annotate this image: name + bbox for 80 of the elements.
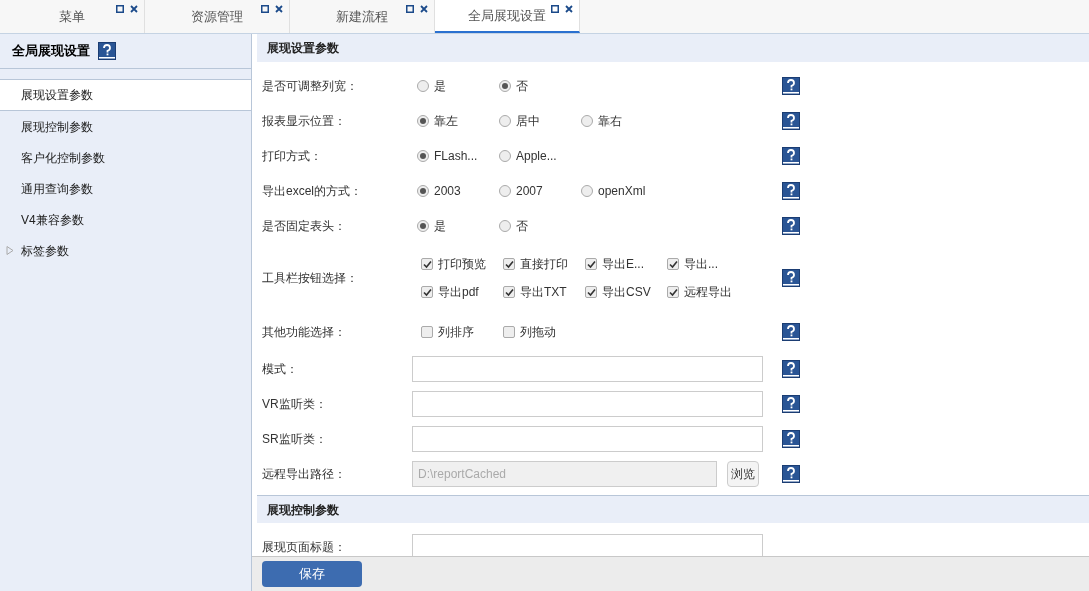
checkmark-icon xyxy=(504,287,514,297)
close-icon[interactable] xyxy=(275,5,283,13)
sidebar-item[interactable]: 标签参数 xyxy=(0,235,251,266)
maximize-icon[interactable] xyxy=(406,5,414,13)
field-label: 模式： xyxy=(262,360,299,378)
help-icon[interactable] xyxy=(782,429,800,448)
tab[interactable]: 全局展现设置 xyxy=(435,0,580,33)
radio-option[interactable]: FLash... xyxy=(417,146,499,165)
field-label: 是否可调整列宽： xyxy=(262,77,359,95)
close-icon[interactable] xyxy=(420,5,428,13)
sidebar-item[interactable]: V4兼容参数 xyxy=(0,204,251,235)
help-icon[interactable] xyxy=(782,394,800,413)
radio-option[interactable]: Apple... xyxy=(499,146,581,165)
field-label: 远程导出路径： xyxy=(262,465,347,483)
field-label: VR监听类： xyxy=(262,395,328,413)
field-label: 是否固定表头： xyxy=(262,217,347,235)
field-label: SR监听类： xyxy=(262,430,328,448)
checkbox-option[interactable]: 导出E... xyxy=(585,255,667,273)
checkmark-icon xyxy=(422,259,432,269)
checkbox-option[interactable]: 列排序 xyxy=(421,323,503,341)
radio-option[interactable]: 靠右 xyxy=(581,111,663,130)
checkbox-option[interactable]: 导出pdf xyxy=(421,283,503,301)
checkbox-option[interactable]: 导出TXT xyxy=(503,283,585,301)
help-icon[interactable] xyxy=(782,111,800,130)
text-field[interactable] xyxy=(412,533,763,556)
help-icon[interactable] xyxy=(782,216,800,235)
checkbox-option[interactable]: 直接打印 xyxy=(503,255,585,273)
radio-option[interactable]: openXml xyxy=(581,181,663,200)
maximize-icon[interactable] xyxy=(551,5,559,13)
sidebar-title: 全局展现设置 xyxy=(12,42,90,61)
help-icon[interactable] xyxy=(782,359,800,378)
help-icon[interactable] xyxy=(782,464,800,483)
field-label: 其他功能选择： xyxy=(262,324,347,341)
checkmark-icon xyxy=(504,259,514,269)
save-button[interactable]: 保存 xyxy=(262,561,362,587)
field-label: 报表显示位置： xyxy=(262,112,347,130)
browse-button[interactable]: 浏览 xyxy=(727,460,759,487)
checkbox-option[interactable]: 导出... xyxy=(667,255,749,273)
text-field[interactable] xyxy=(412,355,763,382)
section-header: 展现控制参数 xyxy=(257,495,1089,523)
section-header: 展现设置参数 xyxy=(257,34,1089,62)
tab[interactable]: 资源管理 xyxy=(145,0,290,33)
checkbox-option[interactable]: 远程导出 xyxy=(667,283,749,301)
sidebar-item[interactable]: 展现设置参数 xyxy=(0,80,251,111)
sidebar-item[interactable]: 展现控制参数 xyxy=(0,111,251,142)
checkmark-icon xyxy=(668,287,678,297)
field-label: 工具栏按钮选择： xyxy=(262,270,359,287)
field-label: 导出excel的方式： xyxy=(262,182,363,200)
tab[interactable]: 菜单 xyxy=(0,0,145,33)
sidebar-item[interactable]: 客户化控制参数 xyxy=(0,142,251,173)
radio-option[interactable]: 居中 xyxy=(499,111,581,130)
checkbox-option[interactable]: 打印预览 xyxy=(421,255,503,273)
radio-option[interactable]: 是 xyxy=(417,216,499,235)
help-icon[interactable] xyxy=(782,76,800,95)
checkmark-icon xyxy=(586,259,596,269)
field-label: 打印方式： xyxy=(262,147,323,165)
radio-option[interactable]: 2007 xyxy=(499,181,581,200)
radio-option[interactable]: 否 xyxy=(499,216,581,235)
checkbox-option[interactable]: 导出CSV xyxy=(585,283,667,301)
field-label: 展现页面标题： xyxy=(262,538,347,556)
maximize-icon[interactable] xyxy=(116,5,124,13)
checkbox-option[interactable]: 列拖动 xyxy=(503,323,585,341)
help-icon[interactable] xyxy=(782,269,800,287)
text-field[interactable] xyxy=(412,390,763,417)
help-icon[interactable] xyxy=(782,181,800,200)
sidebar-item[interactable]: 通用查询参数 xyxy=(0,173,251,204)
text-field[interactable] xyxy=(412,425,763,452)
checkmark-icon xyxy=(586,287,596,297)
radio-option[interactable]: 否 xyxy=(499,76,581,95)
checkmark-icon xyxy=(422,287,432,297)
close-icon[interactable] xyxy=(565,5,573,13)
radio-option[interactable]: 2003 xyxy=(417,181,499,200)
close-icon[interactable] xyxy=(130,5,138,13)
help-icon[interactable] xyxy=(782,146,800,165)
radio-option[interactable]: 是 xyxy=(417,76,499,95)
help-icon[interactable] xyxy=(782,323,800,341)
maximize-icon[interactable] xyxy=(261,5,269,13)
help-icon[interactable] xyxy=(98,42,116,60)
checkmark-icon xyxy=(668,259,678,269)
radio-option[interactable]: 靠左 xyxy=(417,111,499,130)
